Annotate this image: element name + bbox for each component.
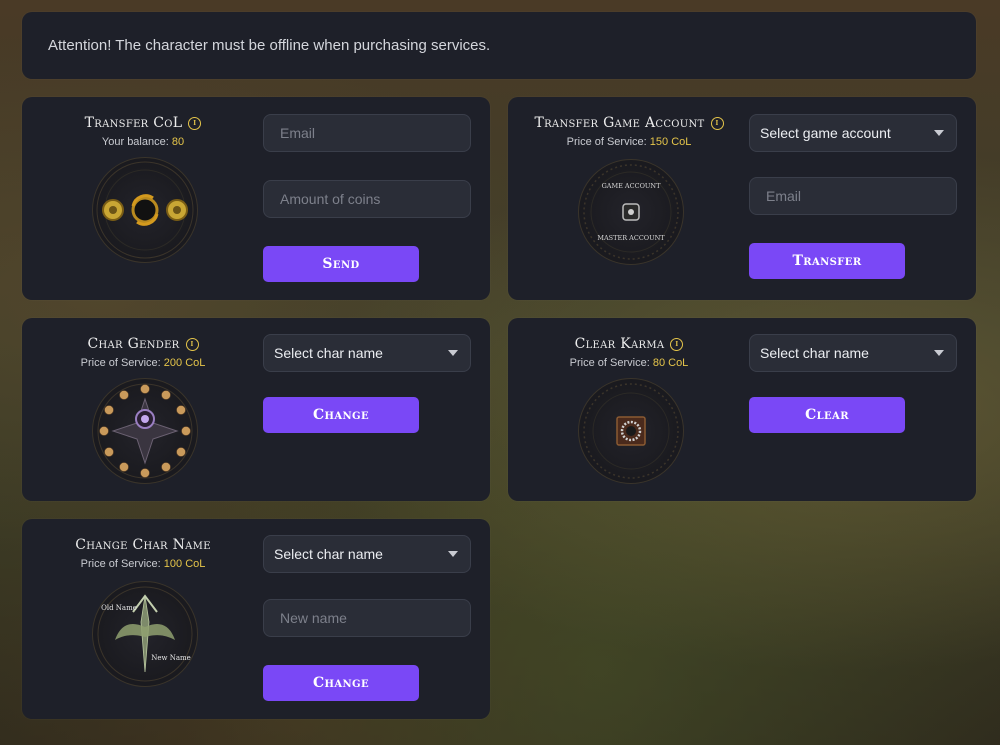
chevron-down-icon (448, 350, 458, 356)
char-name-select[interactable]: Select char name (749, 334, 957, 372)
notice-text: Attention! The character must be offline… (48, 37, 491, 54)
emblem-new-name: New Name (151, 654, 191, 662)
chevron-down-icon (934, 130, 944, 136)
char-name-select-value: Select char name (274, 345, 383, 361)
karma-icon (578, 378, 684, 484)
transfer-col-title: Transfer CoL (84, 115, 183, 131)
price-label: Price of Service: (566, 136, 647, 148)
info-icon[interactable]: i (710, 116, 724, 130)
transfer-account-card: Transfer Game Account i Price of Service:… (508, 97, 976, 300)
transfer-button[interactable]: Transfer (749, 243, 905, 279)
emblem-bottom-text: MASTER ACCOUNT (597, 234, 665, 242)
transfer-account-title: Transfer Game Account (534, 115, 705, 131)
email-field[interactable]: Email (749, 177, 957, 215)
change-name-card: Change Char Name Price of Service: 100 C… (22, 519, 490, 719)
change-name-button[interactable]: Change (263, 665, 419, 701)
info-icon[interactable]: i (185, 337, 199, 351)
price-label: Price of Service: (569, 357, 650, 369)
balance-value: 80 (171, 136, 185, 148)
price-label: Price of Service: (80, 558, 161, 570)
offline-notice: Attention! The character must be offline… (22, 12, 976, 79)
gender-wheel-icon (92, 378, 198, 484)
send-button[interactable]: Send (263, 246, 419, 282)
coin-transfer-icon (92, 157, 198, 263)
chevron-down-icon (448, 551, 458, 557)
account-transfer-icon: GAME ACCOUNT MASTER ACCOUNT (578, 159, 684, 265)
email-field[interactable]: Email (263, 114, 471, 152)
char-name-select[interactable]: Select char name (263, 334, 471, 372)
game-account-select-value: Select game account (760, 125, 891, 141)
info-icon[interactable]: i (670, 337, 684, 351)
emblem-top-text: GAME ACCOUNT (602, 182, 661, 190)
new-name-field[interactable]: New name (263, 599, 471, 637)
amount-field[interactable]: Amount of coins (263, 180, 471, 218)
price-label: Price of Service: (80, 357, 161, 369)
transfer-col-card: Transfer CoL i Your balance: 80 Email Amo… (22, 97, 490, 300)
char-gender-title: Char Gender (87, 336, 180, 352)
info-icon[interactable]: i (188, 116, 202, 130)
chevron-down-icon (934, 350, 944, 356)
price-value: 200 CoL (163, 357, 206, 369)
char-gender-card: Char Gender i Price of Service: 200 CoL S… (22, 318, 490, 501)
char-name-select-value: Select char name (760, 345, 869, 361)
change-gender-button[interactable]: Change (263, 397, 419, 433)
char-name-select-value: Select char name (274, 546, 383, 562)
price-value: 150 CoL (649, 136, 692, 148)
price-value: 80 CoL (652, 357, 689, 369)
change-name-title: Change Char Name (75, 537, 211, 553)
clear-karma-button[interactable]: Clear (749, 397, 905, 433)
char-name-select[interactable]: Select char name (263, 535, 471, 573)
game-account-select[interactable]: Select game account (749, 114, 957, 152)
balance-label: Your balance: (101, 136, 169, 148)
name-change-icon: Old Name New Name (92, 581, 198, 687)
clear-karma-title: Clear Karma (574, 336, 665, 352)
emblem-old-name: Old Name (101, 604, 137, 612)
price-value: 100 CoL (163, 558, 206, 570)
clear-karma-card: Clear Karma i Price of Service: 80 CoL Se… (508, 318, 976, 501)
